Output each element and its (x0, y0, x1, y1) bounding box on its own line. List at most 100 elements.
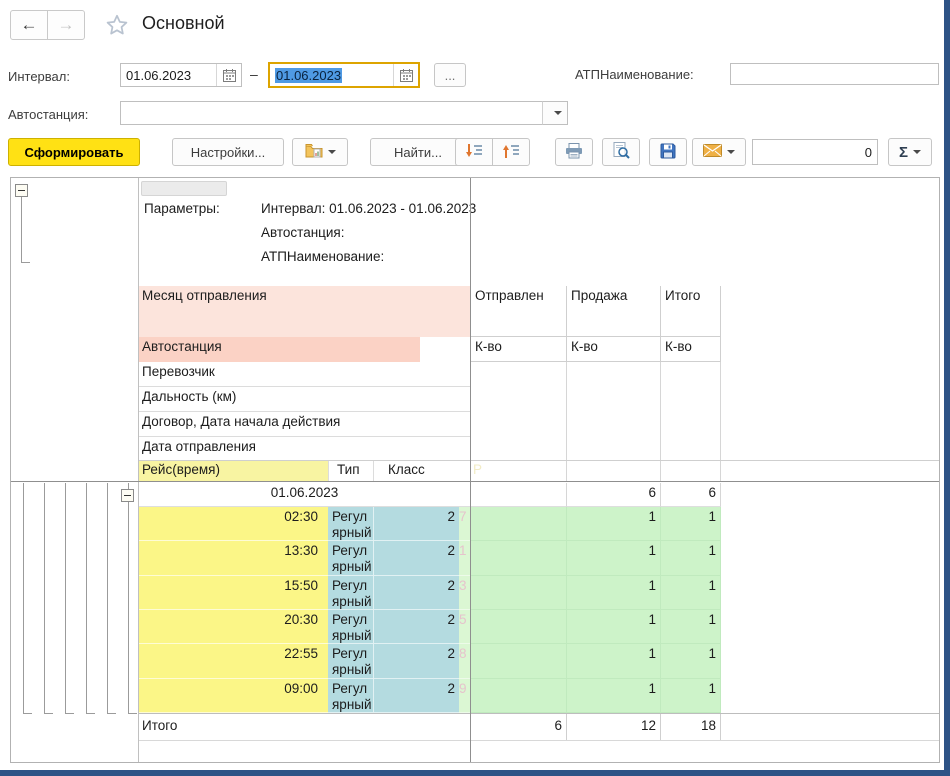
cell-clipped[interactable]: 5 (459, 610, 471, 644)
interval-label: Интервал: (8, 69, 70, 84)
cell-total-count[interactable]: 1 (661, 679, 721, 713)
atp-name-value[interactable] (731, 64, 938, 84)
cell-clipped[interactable]: 7 (459, 507, 471, 541)
print-button[interactable] (555, 138, 593, 166)
station-input[interactable] (120, 101, 543, 125)
total-departed-cell[interactable]: 6 (471, 714, 567, 740)
cell-sales-count[interactable]: 1 (567, 576, 661, 610)
header-departed-units[interactable]: К-во (471, 337, 567, 362)
station-dropdown-button[interactable] (542, 101, 568, 125)
total-total-cell[interactable]: 18 (661, 714, 721, 740)
cell-departed-count[interactable] (471, 610, 567, 644)
header-type-cell[interactable]: Тип (328, 461, 373, 481)
cell-class[interactable]: 2 (373, 644, 459, 678)
header-total-cell[interactable]: Итого (661, 286, 721, 337)
date-to-value[interactable]: 01.06.2023 (270, 64, 393, 86)
header-departed-cell[interactable]: Отправлен (471, 286, 567, 337)
find-button[interactable]: Найти... (370, 138, 466, 166)
header-month-cell[interactable]: Месяц отправления (138, 286, 471, 337)
settings-button[interactable]: Настройки... (172, 138, 284, 166)
header-contract-cell[interactable]: Договор, Дата начала действия (138, 412, 471, 437)
header-station-cell[interactable]: Автостанция (138, 337, 420, 362)
back-button[interactable]: ← (10, 10, 48, 40)
favorite-star-icon[interactable] (104, 12, 130, 43)
group-sales-cell[interactable]: 6 (567, 483, 661, 507)
send-mail-button[interactable] (692, 138, 746, 166)
total-sales-cell[interactable]: 12 (567, 714, 661, 740)
header-class-cell[interactable]: Класс (373, 461, 459, 481)
cell-sales-count[interactable]: 1 (567, 541, 661, 575)
header-sales-units[interactable]: К-во (567, 337, 661, 362)
cell-trip-time[interactable]: 15:50 (138, 576, 328, 610)
calendar-icon[interactable] (216, 64, 241, 86)
report-variants-button[interactable] (292, 138, 348, 166)
date-group-row: 01.06.2023 6 6 (138, 483, 940, 507)
empty-cell (459, 461, 471, 481)
cell-departed-count[interactable] (471, 541, 567, 575)
cell-trip-type[interactable]: Регулярный (328, 576, 373, 610)
header-spacer-cell (420, 337, 471, 362)
group-total-cell[interactable]: 6 (661, 483, 721, 507)
interval-more-button[interactable]: ... (434, 63, 466, 87)
station-value[interactable] (121, 102, 542, 124)
empty-cell (661, 437, 721, 460)
cell-clipped[interactable]: 9 (459, 679, 471, 713)
cell-trip-time[interactable]: 13:30 (138, 541, 328, 575)
collapse-header-group-button[interactable] (15, 184, 28, 197)
frozen-row-splitter[interactable] (11, 481, 940, 482)
cell-clipped[interactable]: 3 (459, 576, 471, 610)
date-from-field[interactable]: 01.06.2023 (120, 63, 242, 87)
cell-departed-count[interactable] (471, 507, 567, 541)
cell-trip-time[interactable]: 20:30 (138, 610, 328, 644)
cell-clipped[interactable]: 8 (459, 644, 471, 678)
forward-button[interactable]: → (47, 10, 85, 40)
autosum-value-field[interactable]: 0 (752, 139, 878, 165)
cell-class[interactable]: 2 (373, 541, 459, 575)
cell-total-count[interactable]: 1 (661, 507, 721, 541)
cell-trip-time[interactable]: 22:55 (138, 644, 328, 678)
cell-class[interactable]: 2 (373, 507, 459, 541)
cell-sales-count[interactable]: 1 (567, 507, 661, 541)
cell-sales-count[interactable]: 1 (567, 644, 661, 678)
collapse-groups-button[interactable] (455, 138, 493, 166)
expand-groups-button[interactable] (492, 138, 530, 166)
cell-departed-count[interactable] (471, 644, 567, 678)
cell-total-count[interactable]: 1 (661, 576, 721, 610)
cell-trip-type[interactable]: Регулярный (328, 507, 373, 541)
cell-trip-time[interactable]: 09:00 (138, 679, 328, 713)
cell-trip-time[interactable]: 02:30 (138, 507, 328, 541)
header-distance-cell[interactable]: Дальность (км) (138, 387, 471, 412)
cell-class[interactable]: 2 (373, 679, 459, 713)
header-trip-time-cell[interactable]: Рейс(время) (138, 461, 328, 481)
cell-trip-type[interactable]: Регулярный (328, 610, 373, 644)
cell-total-count[interactable]: 1 (661, 644, 721, 678)
cell-departed-count[interactable] (471, 679, 567, 713)
group-departed-cell[interactable] (471, 483, 567, 507)
header-carrier-cell[interactable]: Перевозчик (138, 362, 471, 387)
cell-trip-type[interactable]: Регулярный (328, 644, 373, 678)
collapse-date-group-button[interactable] (121, 489, 134, 502)
sum-button[interactable]: Σ (888, 138, 932, 166)
total-label-cell[interactable]: Итого (138, 714, 471, 740)
header-total-units[interactable]: К-во (661, 337, 721, 362)
cell-class[interactable]: 2 (373, 576, 459, 610)
cell-sales-count[interactable]: 1 (567, 610, 661, 644)
cell-trip-type[interactable]: Регулярный (328, 679, 373, 713)
calendar-icon[interactable] (393, 64, 418, 86)
cell-trip-type[interactable]: Регулярный (328, 541, 373, 575)
group-date-cell[interactable]: 01.06.2023 (138, 483, 471, 507)
cell-sales-count[interactable]: 1 (567, 679, 661, 713)
save-button[interactable] (649, 138, 687, 166)
date-from-value[interactable]: 01.06.2023 (121, 64, 216, 86)
cell-class[interactable]: 2 (373, 610, 459, 644)
cell-total-count[interactable]: 1 (661, 610, 721, 644)
generate-button[interactable]: Сформировать (8, 138, 140, 166)
atp-name-input[interactable] (730, 63, 939, 85)
header-departure-date-cell[interactable]: Дата отправления (138, 437, 471, 460)
cell-departed-count[interactable] (471, 576, 567, 610)
header-sales-cell[interactable]: Продажа (567, 286, 661, 337)
cell-total-count[interactable]: 1 (661, 541, 721, 575)
date-to-field[interactable]: 01.06.2023 (268, 62, 420, 88)
cell-clipped[interactable]: 1 (459, 541, 471, 575)
preview-button[interactable] (602, 138, 640, 166)
